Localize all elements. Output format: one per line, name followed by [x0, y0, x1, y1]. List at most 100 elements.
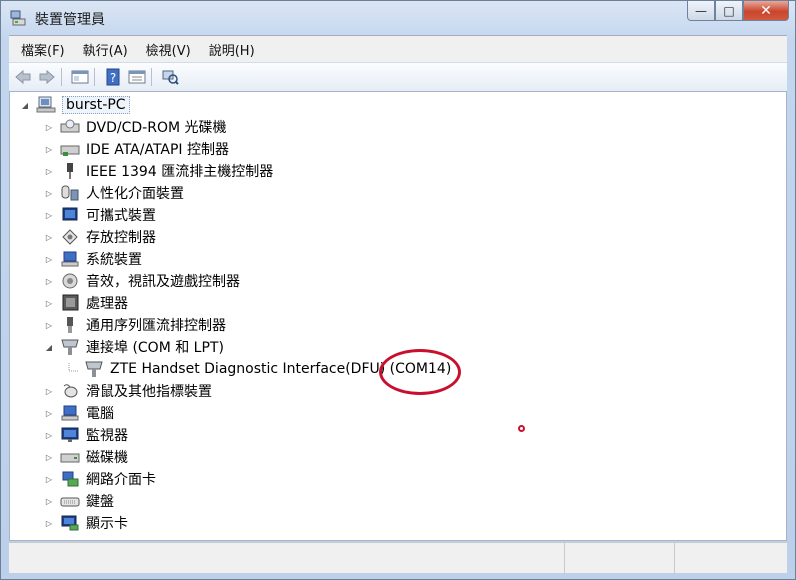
tree-item-hid[interactable]: ▷ 人性化介面裝置 — [44, 182, 184, 204]
expand-arrow-icon[interactable]: ▷ — [44, 474, 54, 484]
tree-item-usb[interactable]: ▷ 通用序列匯流排控制器 — [44, 314, 226, 336]
tree-item-label: 連接埠 (COM 和 LPT) — [86, 340, 224, 356]
menu-view[interactable]: 檢視(V) — [140, 40, 197, 59]
tree-item-label: 可攜式裝置 — [86, 208, 156, 224]
close-button[interactable]: ✕ — [743, 1, 789, 21]
maximize-button[interactable]: □ — [715, 1, 743, 21]
expand-arrow-icon[interactable]: ▷ — [44, 408, 54, 418]
tree-item-label: 人性化介面裝置 — [86, 186, 184, 202]
expand-arrow-icon[interactable]: ▷ — [44, 210, 54, 220]
tree-item-display[interactable]: ▷ 顯示卡 — [44, 512, 128, 534]
port-device-icon — [84, 360, 104, 378]
tree-item-label: 監視器 — [86, 428, 128, 444]
tree-item-keyboard[interactable]: ▷ 鍵盤 — [44, 490, 114, 512]
minimize-button[interactable]: — — [687, 1, 715, 21]
sound-icon — [60, 272, 80, 290]
tree-item-ieee1394[interactable]: ▷ IEEE 1394 匯流排主機控制器 — [44, 160, 273, 182]
network-adapter-icon — [60, 470, 80, 488]
expand-arrow-icon[interactable]: ▷ — [44, 430, 54, 440]
tree-item-label: 鍵盤 — [86, 494, 114, 510]
tree-item-label: 系統裝置 — [86, 252, 142, 268]
tree-item-disk[interactable]: ▷ 磁碟機 — [44, 446, 128, 468]
tree-item-label: 網路介面卡 — [86, 472, 156, 488]
collapse-arrow-icon[interactable]: ◢ — [20, 100, 30, 110]
menu-action[interactable]: 執行(A) — [77, 40, 134, 59]
scan-hardware-icon[interactable] — [160, 67, 180, 87]
storage-controller-icon — [60, 228, 80, 246]
tree-root[interactable]: ◢ burst-PC — [20, 94, 130, 116]
expand-arrow-icon[interactable]: ▷ — [44, 232, 54, 242]
tree-item-label: IEEE 1394 匯流排主機控制器 — [86, 164, 274, 180]
expand-arrow-icon[interactable]: ▷ — [44, 276, 54, 286]
expand-arrow-icon[interactable]: ▷ — [44, 122, 54, 132]
status-pane-3 — [675, 543, 787, 573]
forward-icon[interactable] — [37, 67, 57, 87]
status-pane-2 — [565, 543, 675, 573]
toolbar-separator — [61, 68, 62, 86]
tree-item-label: DVD/CD-ROM 光碟機 — [86, 120, 227, 136]
menu-help[interactable]: 說明(H) — [203, 40, 261, 59]
expand-arrow-icon[interactable]: ▷ — [44, 320, 54, 330]
tree-item-label: 顯示卡 — [86, 516, 128, 532]
tree-item-monitor[interactable]: ▷ 監視器 — [44, 424, 128, 446]
tree-item-processor[interactable]: ▷ 處理器 — [44, 292, 128, 314]
annotation-dot — [518, 425, 525, 432]
tree-item-mouse[interactable]: ▷ 滑鼠及其他指標裝置 — [44, 380, 212, 402]
monitor-icon — [60, 426, 80, 444]
view-icon[interactable] — [127, 67, 147, 87]
tree-connector — [68, 363, 78, 374]
ide-controller-icon — [60, 140, 80, 158]
tree-item-label: IDE ATA/ATAPI 控制器 — [86, 142, 230, 158]
expand-arrow-icon[interactable]: ▷ — [44, 166, 54, 176]
expand-arrow-icon[interactable]: ▷ — [44, 188, 54, 198]
root-computer-name[interactable]: burst-PC — [62, 96, 130, 114]
expand-arrow-icon[interactable]: ▷ — [44, 298, 54, 308]
system-device-icon — [60, 250, 80, 268]
svg-text:?: ? — [110, 71, 116, 85]
dvd-drive-icon — [60, 118, 80, 136]
keyboard-icon — [60, 492, 80, 510]
tree-item-computer[interactable]: ▷ 電腦 — [44, 402, 114, 424]
expand-arrow-icon[interactable]: ▷ — [44, 518, 54, 528]
tree-item-network[interactable]: ▷ 網路介面卡 — [44, 468, 156, 490]
collapse-arrow-icon[interactable]: ◢ — [44, 342, 54, 352]
mouse-icon — [60, 382, 80, 400]
annotation-circle — [379, 349, 461, 395]
tree-item-system[interactable]: ▷ 系統裝置 — [44, 248, 142, 270]
title-bar[interactable]: 裝置管理員 — □ ✕ — [1, 1, 795, 35]
device-manager-icon — [10, 10, 26, 26]
computer-icon — [60, 404, 80, 422]
tree-item-sound[interactable]: ▷ 音效，視訊及遊戲控制器 — [44, 270, 240, 292]
hid-icon — [60, 184, 80, 202]
device-tree[interactable]: ◢ burst-PC ▷ DVD/CD-ROM 光碟機 ▷ IDE ATA/AT… — [9, 91, 787, 541]
toolbar-separator — [94, 68, 95, 86]
portable-device-icon — [60, 206, 80, 224]
tree-item-ports[interactable]: ◢ 連接埠 (COM 和 LPT) — [44, 336, 224, 358]
expand-arrow-icon[interactable]: ▷ — [44, 144, 54, 154]
tree-item-label: 電腦 — [86, 406, 114, 422]
processor-icon — [60, 294, 80, 312]
tree-item-dvd[interactable]: ▷ DVD/CD-ROM 光碟機 — [44, 116, 227, 138]
expand-arrow-icon[interactable]: ▷ — [44, 254, 54, 264]
tree-item-ide[interactable]: ▷ IDE ATA/ATAPI 控制器 — [44, 138, 229, 160]
port-icon — [60, 338, 80, 356]
computer-icon — [36, 96, 56, 114]
properties-icon[interactable] — [70, 67, 90, 87]
expand-arrow-icon[interactable]: ▷ — [44, 452, 54, 462]
ieee1394-icon — [60, 162, 80, 180]
menu-bar: 檔案(F) 執行(A) 檢視(V) 說明(H) — [9, 35, 787, 62]
status-pane-main — [9, 543, 565, 573]
help-icon[interactable]: ? — [103, 67, 123, 87]
tree-item-label: 音效，視訊及遊戲控制器 — [86, 274, 240, 290]
disk-drive-icon — [60, 448, 80, 466]
tree-item-label: 磁碟機 — [86, 450, 128, 466]
menu-file[interactable]: 檔案(F) — [15, 40, 71, 59]
tree-item-portable[interactable]: ▷ 可攜式裝置 — [44, 204, 156, 226]
status-bar — [9, 542, 787, 573]
expand-arrow-icon[interactable]: ▷ — [44, 386, 54, 396]
toolbar-separator — [151, 68, 152, 86]
back-icon[interactable] — [13, 67, 33, 87]
tree-item-storage[interactable]: ▷ 存放控制器 — [44, 226, 156, 248]
expand-arrow-icon[interactable]: ▷ — [44, 496, 54, 506]
tree-item-label: 處理器 — [86, 296, 128, 312]
